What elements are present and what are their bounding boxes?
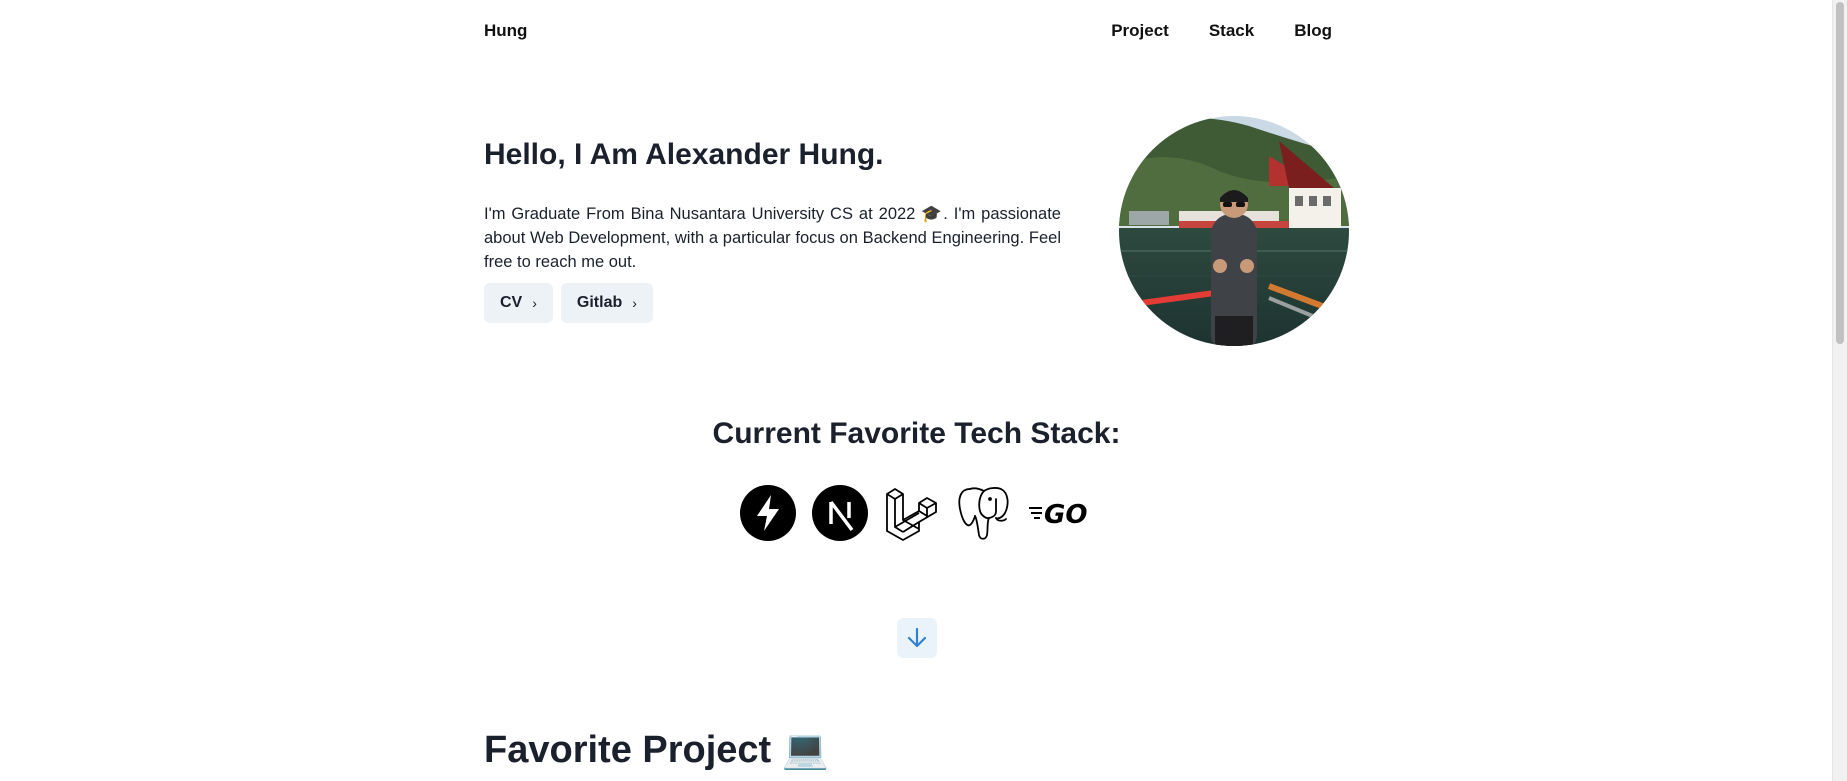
go-label: GO [1044,500,1087,528]
chevron-right-icon: › [632,295,637,311]
lightning-icon [740,485,796,541]
nav-link-stack[interactable]: Stack [1209,21,1254,41]
nextjs-icon [812,485,868,541]
chevron-right-icon: › [532,295,537,311]
scroll-down-button[interactable] [897,618,937,658]
tech-stack-icons: GO [740,485,1092,541]
gitlab-button-label: Gitlab [576,294,623,311]
cv-button[interactable]: CV › [484,283,553,323]
laravel-icon [884,485,940,541]
nav-link-blog[interactable]: Blog [1294,21,1332,41]
tech-stack-title: Current Favorite Tech Stack: [712,417,1121,450]
hero-buttons: CV › Gitlab › [484,283,653,323]
postgresql-icon [956,485,1012,541]
profile-photo [1119,116,1349,346]
arrow-down-icon [907,627,927,648]
cv-button-label: CV [500,294,523,311]
go-icon: GO [1028,485,1092,541]
gitlab-button[interactable]: Gitlab › [560,283,653,323]
hero-title: Hello, I Am Alexander Hung. [484,138,884,171]
nav-links: Project Stack Blog [1111,21,1332,41]
nav-link-project[interactable]: Project [1111,21,1169,41]
scrollbar-thumb[interactable] [1836,2,1844,344]
hero-description: I'm Graduate From Bina Nusantara Univers… [484,205,1061,271]
page-scrollbar[interactable] [1832,0,1847,781]
nav-brand[interactable]: Hung [484,21,527,41]
favorite-project-title: Favorite Project 💻 [484,729,830,771]
